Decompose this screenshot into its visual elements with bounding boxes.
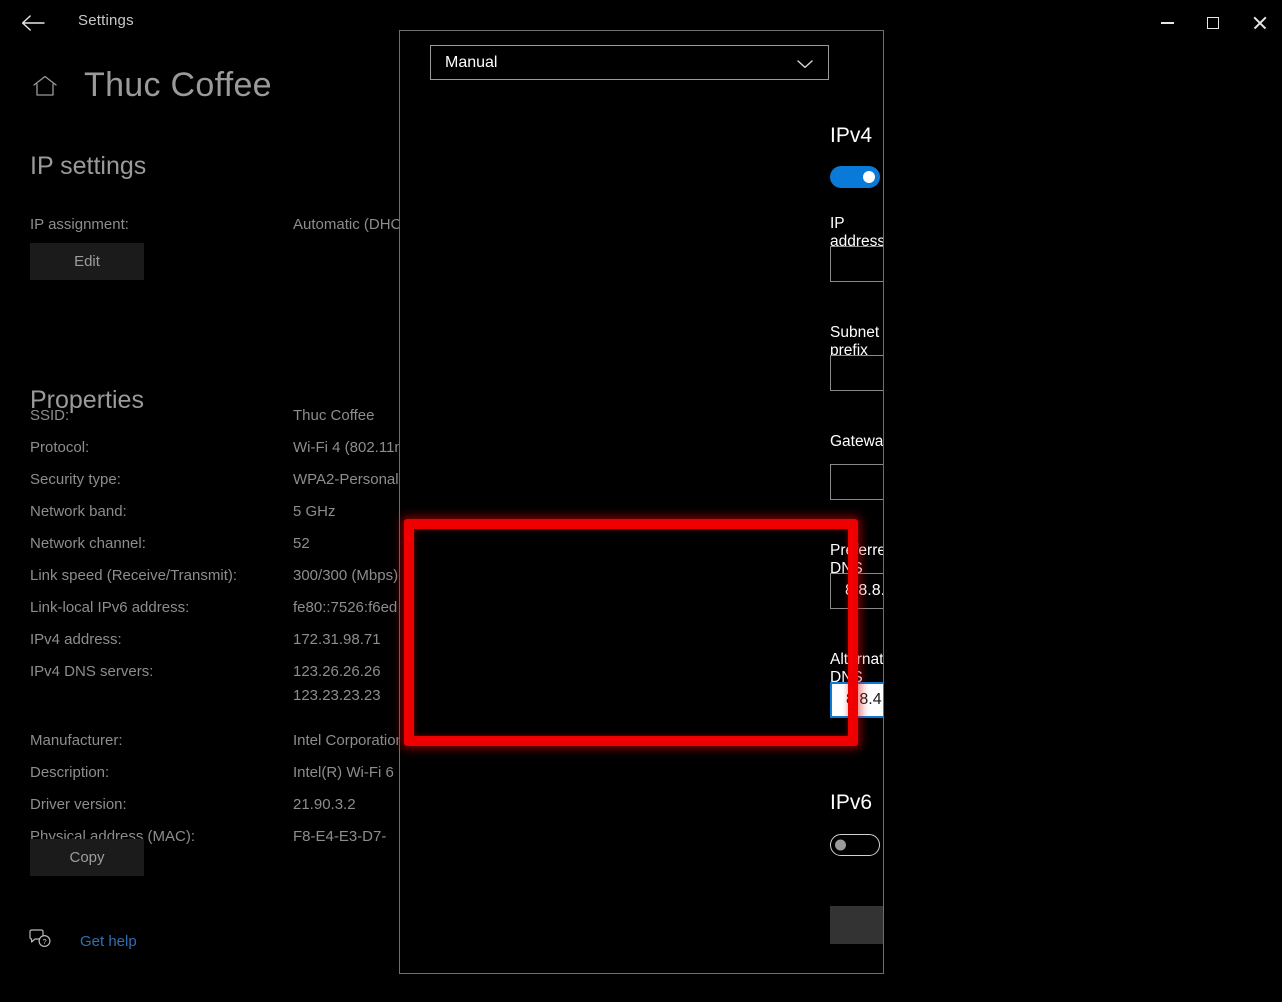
property-label: IPv4 address: (30, 631, 122, 648)
get-help-link[interactable]: ? Get help (28, 928, 137, 955)
property-value: Thuc Coffee (293, 407, 375, 424)
subnet-prefix-length-input[interactable] (830, 355, 883, 391)
property-value: 52 (293, 535, 310, 552)
ip-assignment-label: IP assignment: (30, 216, 129, 233)
gateway-input[interactable] (830, 464, 883, 500)
ipv4-heading: IPv4 (830, 124, 873, 147)
property-label: Protocol: (30, 439, 90, 456)
property-label: Description: (30, 764, 110, 781)
maximize-icon (1207, 17, 1219, 29)
minimize-button[interactable] (1144, 0, 1190, 46)
ip-assignment-value: Automatic (DHCP) (293, 216, 417, 233)
preferred-dns-input[interactable]: 8.8.8.8 (830, 573, 883, 609)
chevron-down-icon (796, 57, 814, 75)
toggle-knob (835, 839, 846, 851)
ipv4-toggle[interactable]: On (830, 166, 883, 188)
ipv6-heading: IPv6 (830, 791, 873, 814)
get-help-label: Get help (80, 933, 137, 950)
property-value: 123.26.26.26 (293, 663, 381, 680)
gateway-label: Gateway (830, 433, 884, 450)
close-button[interactable] (1236, 0, 1282, 46)
back-arrow-icon (21, 14, 45, 32)
ipv6-toggle-switch[interactable] (830, 834, 880, 856)
property-label: Network band: (30, 503, 127, 520)
property-label: Security type: (30, 471, 121, 488)
property-value: 172.31.98.71 (293, 631, 381, 648)
ipv6-toggle[interactable]: Off (830, 834, 883, 856)
property-value: fe80::7526:f6ed (293, 599, 398, 616)
maximize-button[interactable] (1190, 0, 1236, 46)
save-button[interactable]: Save (830, 906, 883, 944)
close-icon (1252, 16, 1266, 30)
alternate-dns-value: 8.8.4.4 (846, 691, 883, 708)
preferred-dns-value: 8.8.8.8 (845, 582, 883, 599)
minimize-icon (1160, 22, 1174, 24)
property-value: F8-E4-E3-D7- (293, 828, 387, 845)
property-label: Manufacturer: (30, 732, 123, 749)
ip-assignment-dropdown[interactable]: Manual (430, 45, 829, 80)
edit-button[interactable]: Edit (30, 243, 144, 280)
back-button[interactable] (12, 4, 54, 42)
ipv4-toggle-switch[interactable] (830, 166, 880, 188)
page-header: Thuc Coffee (30, 66, 272, 105)
property-value: 123.23.23.23 (293, 687, 381, 704)
property-label: Link-local IPv6 address: (30, 599, 190, 616)
property-value: Wi-Fi 4 (802.11n) (293, 439, 408, 456)
page-title: Thuc Coffee (84, 66, 272, 104)
property-label: Network channel: (30, 535, 146, 552)
property-value: 5 GHz (293, 503, 336, 520)
app-root: Settings Thuc Coffee IP settings IP assi… (0, 0, 1282, 1002)
alternate-dns-input[interactable]: 8.8.4.4 (830, 682, 883, 718)
svg-text:?: ? (42, 937, 46, 946)
help-bubble-icon: ? (28, 928, 54, 955)
toggle-knob (863, 171, 875, 183)
ip-address-input[interactable] (830, 246, 883, 282)
window-controls (1144, 0, 1282, 46)
ip-settings-heading: IP settings (30, 152, 147, 180)
copy-button[interactable]: Copy (30, 839, 144, 876)
property-value: 21.90.3.2 (293, 796, 356, 813)
edit-ip-settings-dialog: Manual IPv4 On IP address Subnet pref (399, 30, 884, 974)
property-label: Link speed (Receive/Transmit): (30, 567, 238, 584)
property-value: 300/300 (Mbps) (293, 567, 399, 584)
property-label: Driver version: (30, 796, 127, 813)
property-value: Intel(R) Wi-Fi 6 (293, 764, 394, 781)
property-label: SSID: (30, 407, 70, 424)
window-title: Settings (78, 12, 134, 29)
ip-assignment-dropdown-value: Manual (445, 53, 498, 71)
property-value: WPA2-Personal (293, 471, 399, 488)
property-label: IPv4 DNS servers: (30, 663, 154, 680)
home-icon[interactable] (30, 71, 60, 101)
property-value: Intel Corporation (293, 732, 404, 749)
